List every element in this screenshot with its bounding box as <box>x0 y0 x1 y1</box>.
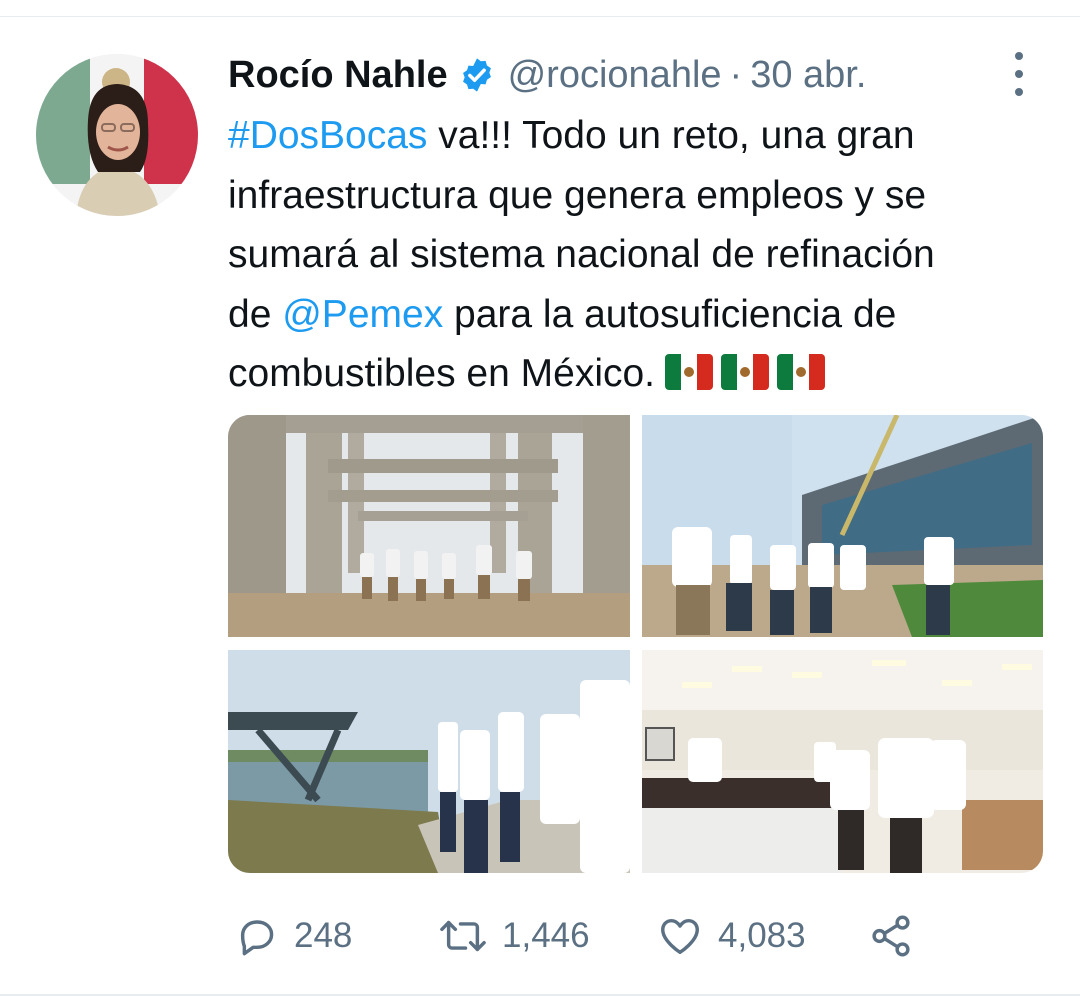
tweet-text-segment: para la autosuficiencia de <box>443 292 897 336</box>
media-grid <box>228 415 1043 873</box>
like-button[interactable]: 4,083 <box>656 906 806 966</box>
retweet-icon <box>440 920 486 952</box>
like-count: 4,083 <box>718 916 806 955</box>
tweet-text-line: #DosBocas va!!! Todo un reto, una gran <box>228 106 1058 166</box>
tweet-text: #DosBocas va!!! Todo un reto, una gran in… <box>228 106 1058 404</box>
avatar[interactable] <box>36 54 198 216</box>
reply-icon <box>240 920 274 956</box>
separator: · <box>729 53 743 96</box>
photo-building-visit[interactable] <box>642 415 1043 637</box>
tweet-text-segment: de <box>228 292 283 336</box>
share-button[interactable] <box>868 906 914 966</box>
tweet-text-segment: combustibles en México. <box>228 352 656 395</box>
tweet-text-line: infraestructura que genera empleos y se <box>228 166 1058 226</box>
mexico-flag-icon <box>777 354 826 390</box>
reply-count: 248 <box>294 916 353 955</box>
tweet-text-line: combustibles en México. <box>228 344 1058 404</box>
tweet-text-segment: va!!! Todo un reto, una gran <box>427 114 915 157</box>
photo-lake-walkway[interactable] <box>228 650 630 873</box>
tweet-text-segment: infraestructura que genera empleos y se <box>228 173 927 217</box>
tweet-header: Rocío Nahle @rocionahle · 30 abr. <box>228 50 866 100</box>
hashtag-link[interactable]: #DosBocas <box>228 114 427 157</box>
reply-button[interactable]: 248 <box>234 906 352 966</box>
photo-office-interior[interactable] <box>642 650 1043 873</box>
verified-badge-icon <box>458 56 496 94</box>
photo-construction-columns[interactable] <box>228 415 630 637</box>
heart-icon <box>661 918 699 955</box>
tweet-text-line: de @Pemex para la autosuficiencia de <box>228 285 1058 345</box>
mexico-flag-icon <box>721 354 770 390</box>
tweet-date[interactable]: 30 abr. <box>750 54 866 97</box>
profile-photo <box>36 54 198 216</box>
mexico-flag-emojis <box>665 354 826 390</box>
mexico-flag-icon <box>665 354 714 390</box>
author-handle[interactable]: @rocionahle <box>508 54 722 97</box>
tweet-text-line: sumará al sistema nacional de refinación <box>228 225 1058 285</box>
tweet-text-segment: sumará al sistema nacional de refinación <box>228 233 935 276</box>
retweet-count: 1,446 <box>502 916 590 955</box>
mention-link[interactable]: @Pemex <box>282 293 443 336</box>
more-vertical-icon[interactable] <box>1008 52 1030 96</box>
share-icon <box>872 915 910 957</box>
retweet-button[interactable]: 1,446 <box>438 906 590 966</box>
author-name[interactable]: Rocío Nahle <box>228 54 448 97</box>
top-divider <box>0 16 1080 17</box>
